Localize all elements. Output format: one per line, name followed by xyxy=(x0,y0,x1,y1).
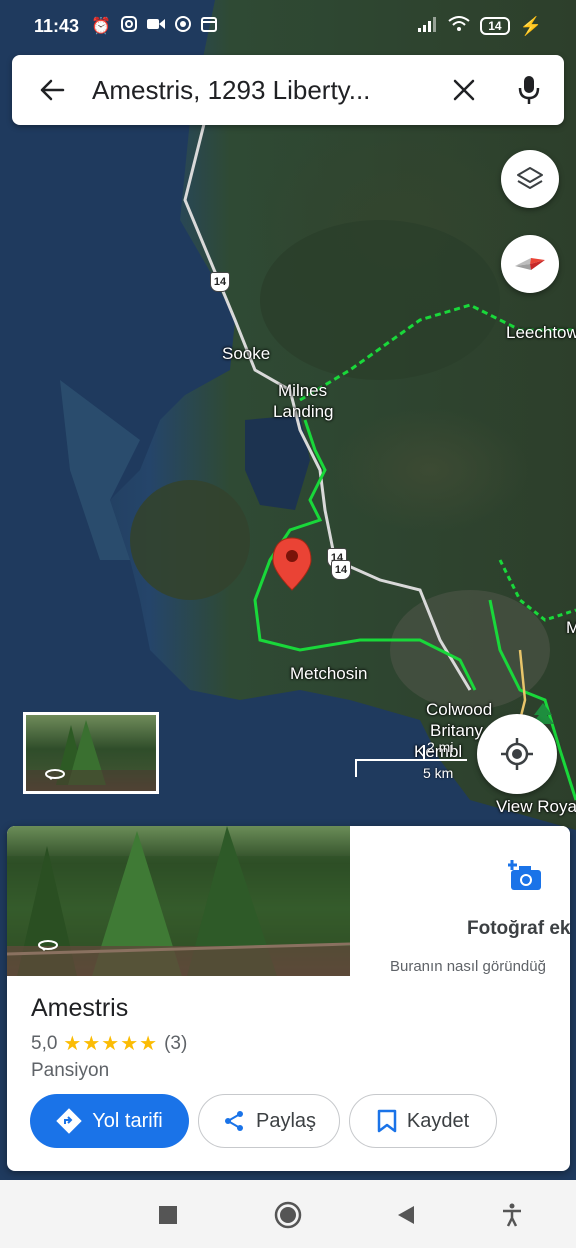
alarm-icon: ⏰ xyxy=(91,18,111,35)
directions-icon xyxy=(56,1108,83,1134)
place-label-colwood[interactable]: Colwood xyxy=(426,700,492,720)
square-icon xyxy=(159,1206,177,1224)
360-rotate-icon xyxy=(44,767,66,786)
rating-value: 5,0 xyxy=(31,1032,58,1054)
place-label-milnes[interactable]: Milnes xyxy=(278,381,327,401)
status-bar: 11:43 ⏰ 14 ⚡ xyxy=(0,0,576,52)
mic-icon xyxy=(518,76,540,104)
place-label-leechtown[interactable]: Leechtow xyxy=(506,323,576,343)
charging-icon: ⚡ xyxy=(519,15,542,36)
place-photo[interactable] xyxy=(7,826,350,976)
add-photo-panel[interactable]: Fotoğraf ek Buranın nasıl göründüğ xyxy=(350,826,570,976)
triangle-back-icon xyxy=(398,1206,414,1224)
place-label-landing[interactable]: Landing xyxy=(273,402,334,422)
review-count: (3) xyxy=(164,1032,188,1054)
add-photo-subtitle: Buranın nasıl göründüğ xyxy=(390,958,546,975)
compass-button[interactable] xyxy=(501,235,559,293)
chrome-icon xyxy=(174,15,191,37)
wifi-icon xyxy=(448,15,470,37)
clear-button[interactable] xyxy=(434,79,494,101)
directions-label: Yol tarifi xyxy=(92,1109,163,1132)
recents-button[interactable] xyxy=(153,1200,183,1230)
clock: 11:43 xyxy=(34,15,80,36)
share-button[interactable]: Paylaş xyxy=(198,1094,340,1148)
search-input[interactable]: Amestris, 1293 Liberty... xyxy=(92,75,434,106)
place-category: Pansiyon xyxy=(31,1060,110,1081)
save-button[interactable]: Kaydet xyxy=(349,1094,497,1148)
calendar-icon xyxy=(200,16,217,37)
voice-search-button[interactable] xyxy=(494,75,564,105)
place-card[interactable]: Fotoğraf ek Buranın nasıl göründüğ Amest… xyxy=(7,826,570,1171)
place-name: Amestris xyxy=(31,994,129,1022)
share-label: Paylaş xyxy=(255,1109,317,1132)
video-icon xyxy=(146,17,165,36)
scale-km: 5 km xyxy=(423,765,454,781)
signal-icon xyxy=(418,16,438,37)
home-button[interactable] xyxy=(273,1200,303,1230)
highway-14-shield: 14 xyxy=(331,560,351,580)
instagram-icon xyxy=(120,15,137,37)
back-nav-button[interactable] xyxy=(391,1200,421,1230)
place-rating[interactable]: 5,0 ★★★★★ (3) xyxy=(31,1031,187,1056)
share-icon xyxy=(224,1111,243,1131)
location-pin-icon[interactable] xyxy=(272,537,312,591)
directions-button[interactable]: Yol tarifi xyxy=(30,1094,189,1148)
add-photo-title: Fotoğraf ek xyxy=(467,918,570,939)
system-nav-bar xyxy=(0,1180,576,1248)
place-label-britany[interactable]: Britany xyxy=(430,721,483,741)
back-button[interactable] xyxy=(12,77,92,103)
my-location-button[interactable] xyxy=(477,714,557,794)
place-label-metchosin[interactable]: Metchosin xyxy=(290,664,367,684)
accessibility-icon xyxy=(503,1203,521,1227)
place-label-view-royal[interactable]: View Roya xyxy=(496,797,576,817)
home-circle-icon xyxy=(274,1201,302,1229)
back-arrow-icon xyxy=(40,79,65,101)
search-bar[interactable]: Amestris, 1293 Liberty... xyxy=(12,55,564,125)
rating-stars: ★★★★★ xyxy=(63,1033,159,1055)
highway-14-shield: 14 xyxy=(210,272,230,292)
scale-miles: 2 mi xyxy=(427,739,454,755)
close-icon xyxy=(453,79,475,101)
layers-button[interactable] xyxy=(501,150,559,208)
place-label-edge: M xyxy=(566,618,576,637)
bookmark-icon xyxy=(377,1109,397,1133)
save-label: Kaydet xyxy=(406,1109,470,1132)
place-label-sooke[interactable]: Sooke xyxy=(222,344,270,364)
compass-icon xyxy=(515,258,545,270)
battery-icon: 14 xyxy=(480,17,510,35)
add-photo-icon xyxy=(507,860,544,897)
layers-icon xyxy=(517,167,543,189)
my-location-icon xyxy=(501,738,533,770)
map-scale: 2 mi 5 km xyxy=(355,739,475,785)
accessibility-button[interactable] xyxy=(497,1200,527,1230)
street-view-thumbnail[interactable] xyxy=(23,712,159,794)
360-rotate-icon xyxy=(37,938,59,957)
